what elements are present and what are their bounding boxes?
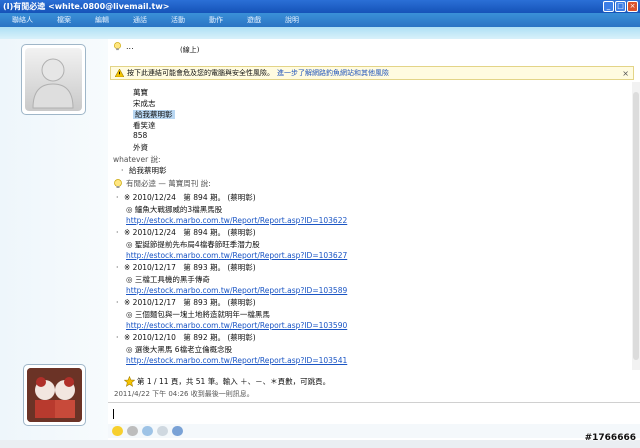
my-avatar[interactable] bbox=[23, 364, 86, 426]
wink-icon[interactable] bbox=[127, 426, 138, 436]
default-user-icon bbox=[32, 58, 74, 109]
message-text: 宋成志 bbox=[133, 99, 156, 108]
report-url-text[interactable]: http://estock.marbo.com.tw/Report/Report… bbox=[126, 216, 347, 225]
scrollbar-thumb[interactable] bbox=[633, 92, 639, 360]
bullet-icon: · bbox=[116, 263, 119, 272]
whatever-message: · 給我蔡明彰 bbox=[121, 165, 167, 176]
menu-item[interactable]: 說明 bbox=[285, 15, 299, 25]
watermark: #1766666 bbox=[584, 433, 636, 443]
message-text: 看笑達 bbox=[133, 121, 156, 130]
message-text: 萬寶 bbox=[133, 88, 148, 97]
report-title: ◎ 鱸魚大戰挪威的3檔黑馬股 bbox=[126, 204, 222, 215]
last-message-time: 2011/4/22 下午 04:26 收到最後一則訊息。 bbox=[114, 390, 254, 398]
menu-item[interactable]: 檔案 bbox=[57, 15, 71, 25]
contact-name[interactable]: ... bbox=[126, 42, 134, 51]
bot-sender: 有閒必逵 — 萬寶周刊 說: bbox=[126, 179, 211, 188]
page-info-row: 第 1 / 11 頁，共 51 筆。輸入 ＋、－、＊頁數，可跳頁。 bbox=[124, 376, 330, 387]
report-date: · ※ 2010/12/24 第 894 期。 (蔡明彰) bbox=[116, 227, 256, 238]
window-title: (I)有閒必逵 <white.0800@livemail.tw> bbox=[3, 2, 170, 11]
star-icon bbox=[124, 376, 135, 387]
minimize-button[interactable]: _ bbox=[603, 1, 614, 12]
bullet-icon: · bbox=[121, 166, 124, 175]
input-toolbar bbox=[108, 424, 640, 438]
security-warning-bar: 按下此連結可能會危及您的電腦與安全性風險。 進一步了解網路釣魚網站和其他風險 × bbox=[110, 66, 634, 80]
message-line: 858 bbox=[133, 131, 147, 140]
bullet-icon: · bbox=[116, 228, 119, 237]
menu-item[interactable]: 編輯 bbox=[95, 15, 109, 25]
menu-item[interactable]: 通話 bbox=[133, 15, 147, 25]
report-title-text: ◎ 鱸魚大戰挪威的3檔黑馬股 bbox=[126, 205, 223, 214]
message-line: 看笑達 bbox=[133, 120, 156, 131]
emoticon-icon[interactable] bbox=[112, 426, 123, 436]
report-url-text[interactable]: http://estock.marbo.com.tw/Report/Report… bbox=[126, 321, 347, 330]
report-date-text: ※ 2010/12/24 第 894 期。 (蔡明彰) bbox=[124, 228, 256, 237]
contact-header: ... bbox=[113, 42, 134, 51]
menu-item[interactable]: 遊戲 bbox=[247, 15, 261, 25]
header-band bbox=[0, 27, 640, 39]
image-icon[interactable] bbox=[172, 426, 183, 436]
conversation-scrollbar[interactable] bbox=[632, 82, 640, 370]
report-url-text[interactable]: http://estock.marbo.com.tw/Report/Report… bbox=[126, 356, 347, 365]
warning-close-icon[interactable]: × bbox=[622, 69, 629, 78]
message-text: 給我蔡明彰 bbox=[133, 110, 175, 119]
bullet-icon: · bbox=[116, 333, 119, 342]
menu-bar: 聯絡人 檔案 編輯 通話 活動 動作 遊戲 說明 bbox=[0, 13, 640, 27]
message-text: 外資 bbox=[133, 143, 148, 152]
report-link[interactable]: http://estock.marbo.com.tw/Report/Report… bbox=[126, 356, 347, 365]
contact-status: (線上) bbox=[180, 46, 200, 54]
lightbulb-icon bbox=[114, 42, 121, 51]
close-window-button[interactable]: × bbox=[627, 1, 638, 12]
report-link[interactable]: http://estock.marbo.com.tw/Report/Report… bbox=[126, 286, 347, 295]
message-line: 給我蔡明彰 bbox=[133, 109, 175, 120]
warning-text: 按下此連結可能會危及您的電腦與安全性風險。 bbox=[127, 69, 274, 77]
bot-sender-row: 有閒必逵 — 萬寶周刊 說: bbox=[113, 178, 211, 189]
font-icon[interactable] bbox=[157, 426, 168, 436]
report-link[interactable]: http://estock.marbo.com.tw/Report/Report… bbox=[126, 251, 347, 260]
report-date: · ※ 2010/12/17 第 893 期。 (蔡明彰) bbox=[116, 262, 256, 273]
whatever-sender: whatever 說: bbox=[113, 155, 161, 164]
maximize-button[interactable]: □ bbox=[615, 1, 626, 12]
report-title: ◎ 三個麵包與一塊土地將造就明年一檔黑馬 bbox=[126, 309, 270, 320]
report-title-text: ◎ 選後大黑馬 6檔老立倫概念股 bbox=[126, 345, 233, 354]
bullet-icon: · bbox=[116, 193, 119, 202]
report-link[interactable]: http://estock.marbo.com.tw/Report/Report… bbox=[126, 216, 347, 225]
text-caret bbox=[113, 409, 114, 419]
lightbulb-icon bbox=[114, 178, 122, 188]
bullet-icon: · bbox=[116, 298, 119, 307]
report-title: ◎ 三檔工具機的黑手傳奇 bbox=[126, 274, 210, 285]
menu-item[interactable]: 活動 bbox=[171, 15, 185, 25]
message-input[interactable] bbox=[108, 402, 640, 424]
report-title-text: ◎ 三檔工具機的黑手傳奇 bbox=[126, 275, 210, 284]
title-bar: (I)有閒必逵 <white.0800@livemail.tw> _ □ × bbox=[0, 0, 640, 13]
whatever-message-text: 給我蔡明彰 bbox=[129, 166, 167, 175]
report-date-text: ※ 2010/12/24 第 894 期。 (蔡明彰) bbox=[124, 193, 256, 202]
report-date-text: ※ 2010/12/10 第 892 期。 (蔡明彰) bbox=[124, 333, 256, 342]
page-info: 第 1 / 11 頁，共 51 筆。輸入 ＋、－、＊頁數，可跳頁。 bbox=[137, 377, 331, 386]
report-url-text[interactable]: http://estock.marbo.com.tw/Report/Report… bbox=[126, 251, 347, 260]
message-line: 宋成志 bbox=[133, 98, 156, 109]
report-date: · ※ 2010/12/10 第 892 期。 (蔡明彰) bbox=[116, 332, 256, 343]
background-icon[interactable] bbox=[142, 426, 153, 436]
report-date: · ※ 2010/12/24 第 894 期。 (蔡明彰) bbox=[116, 192, 256, 203]
report-date-text: ※ 2010/12/17 第 893 期。 (蔡明彰) bbox=[124, 298, 256, 307]
avatar-picture bbox=[27, 368, 82, 422]
message-text: 858 bbox=[133, 131, 148, 140]
report-title: ◎ 選後大黑馬 6檔老立倫概念股 bbox=[126, 344, 232, 355]
contact-avatar[interactable] bbox=[21, 44, 86, 115]
status-footer bbox=[0, 440, 640, 448]
warning-icon bbox=[115, 69, 124, 77]
report-title-text: ◎ 三個麵包與一塊土地將造就明年一檔黑馬 bbox=[126, 310, 270, 319]
report-title-text: ◎ 聖誕節提前先布局4檔春節旺季潛力股 bbox=[126, 240, 260, 249]
warning-learn-more-link[interactable]: 進一步了解網路釣魚網站和其他風險 bbox=[277, 68, 389, 78]
window-controls: _ □ × bbox=[603, 1, 638, 12]
report-link[interactable]: http://estock.marbo.com.tw/Report/Report… bbox=[126, 321, 347, 330]
menu-item[interactable]: 聯絡人 bbox=[12, 15, 33, 25]
menu-item[interactable]: 動作 bbox=[209, 15, 223, 25]
report-title: ◎ 聖誕節提前先布局4檔春節旺季潛力股 bbox=[126, 239, 260, 250]
report-date: · ※ 2010/12/17 第 893 期。 (蔡明彰) bbox=[116, 297, 256, 308]
report-url-text[interactable]: http://estock.marbo.com.tw/Report/Report… bbox=[126, 286, 347, 295]
message-line: 萬寶 bbox=[133, 87, 148, 98]
report-date-text: ※ 2010/12/17 第 893 期。 (蔡明彰) bbox=[124, 263, 256, 272]
message-line: 外資 bbox=[133, 142, 148, 153]
